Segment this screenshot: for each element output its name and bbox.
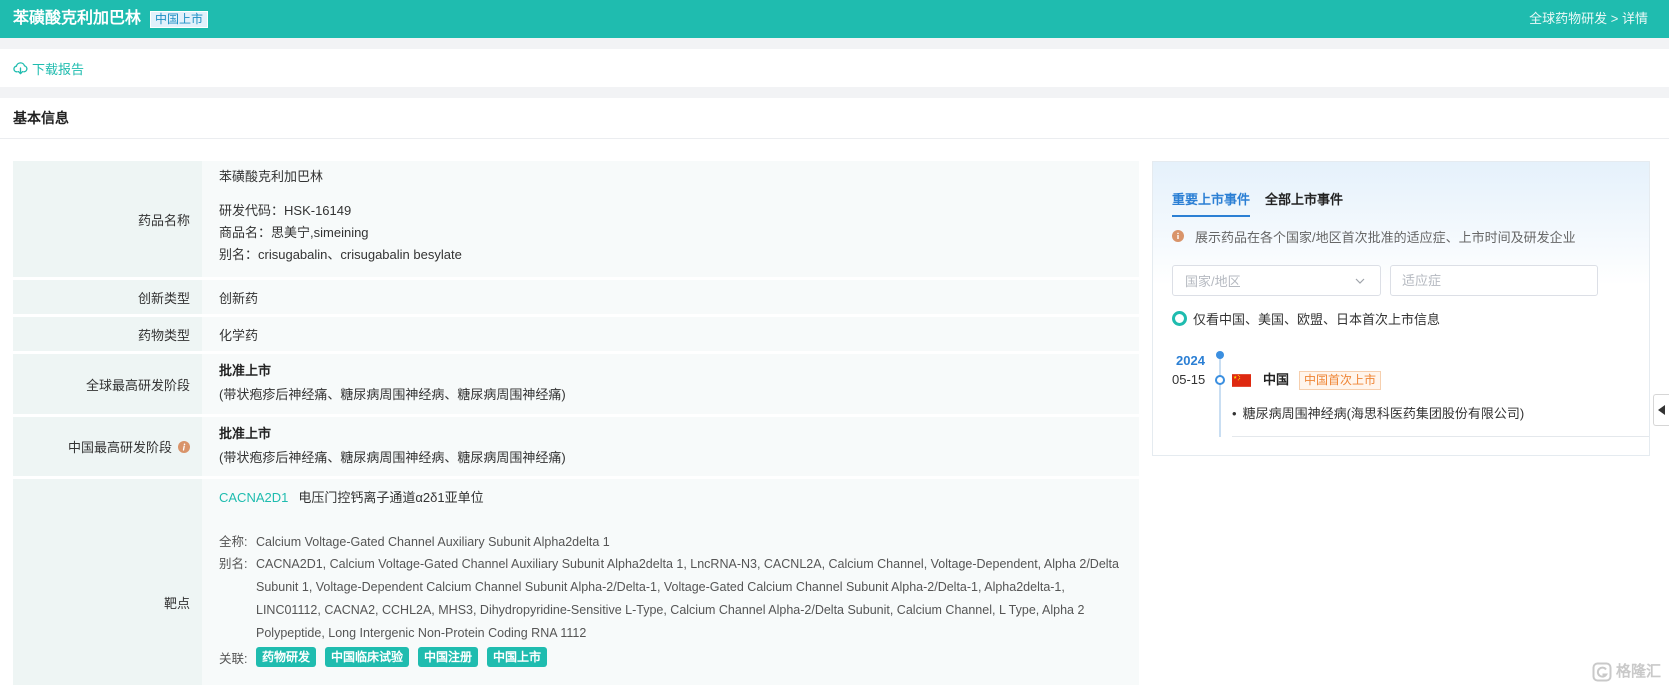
caret-left-icon [1657, 405, 1665, 415]
target-alias: CACNA2D1, Calcium Voltage-Gated Channel … [256, 557, 1119, 640]
rd-code-value: HSK-16149 [284, 203, 352, 218]
drug-alias-line: 别名：crisugabalin、crisugabalin besylate [219, 244, 1139, 266]
major-markets-filter[interactable]: 仅看中国、美国、欧盟、日本首次上市信息 [1172, 309, 1440, 327]
timeline-year: 2024 [1176, 353, 1205, 368]
global-stage-label: 全球最高研发阶段 [13, 354, 202, 414]
global-stage-indications: (带状疱疹后神经痛、糖尿病周围神经病、糖尿病周围神经痛) [219, 387, 566, 402]
top-bar: 苯磺酸克利加巴林 中国上市 全球药物研发 > 详情 [0, 0, 1669, 38]
innovation-type-label: 创新类型 [13, 280, 202, 314]
target-symbol-link[interactable]: CACNA2D1 [219, 490, 288, 505]
drug-alias-label: 别名： [219, 247, 259, 262]
download-report-button[interactable]: 下载报告 [13, 49, 84, 87]
basic-info-panel: 基本信息 药品名称 苯磺酸克利加巴林 研发代码：HSK-16149 商品名：思美… [0, 98, 1669, 689]
drug-type-label: 药物类型 [13, 317, 202, 351]
timeline-line [1219, 355, 1221, 437]
major-markets-filter-label: 仅看中国、美国、欧盟、日本首次上市信息 [1193, 311, 1441, 327]
events-info-text: 展示药品在各个国家/地区首次批准的适应症、上市时间及研发企业 [1195, 229, 1576, 245]
global-stage-status: 批准上市 [219, 363, 272, 378]
country-select-placeholder: 国家/地区 [1185, 274, 1241, 289]
target-related-label: 关联: [219, 651, 248, 666]
timeline-country: 中国 [1263, 372, 1290, 387]
first-launch-badge: 中国首次上市 [1299, 371, 1382, 390]
tab-major-launch-events[interactable]: 重要上市事件 [1172, 190, 1251, 217]
country-select[interactable]: 国家/地区 [1172, 265, 1381, 296]
related-tag-drug-rd[interactable]: 药物研发 [256, 647, 317, 667]
china-stage-value: 批准上市 (带状疱疹后神经痛、糖尿病周围神经病、糖尿病周围神经痛) [202, 417, 1139, 476]
innovation-type-value: 创新药 [202, 280, 1139, 314]
timeline-divider [1232, 436, 1649, 437]
trade-name-label: 商品名： [219, 225, 272, 240]
market-events-panel: 重要上市事件 全部上市事件 展示药品在各个国家/地区首次批准的适应症、上市时间及… [1152, 161, 1650, 456]
events-info-row: 展示药品在各个国家/地区首次批准的适应症、上市时间及研发企业 [1172, 227, 1576, 245]
related-tags: 药物研发 中国临床试验 中国注册 中国上市 [256, 647, 556, 667]
cloud-download-icon [13, 61, 28, 76]
drug-alias-value: crisugabalin、crisugabalin besylate [258, 247, 462, 262]
watermark: 格隆汇 [1592, 662, 1661, 682]
timeline-indication-item: 糖尿病周围神经病(海思科医药集团股份有限公司) [1232, 405, 1525, 423]
timeline-year-dot [1216, 351, 1224, 359]
info-icon [1172, 230, 1184, 242]
indication-input[interactable] [1390, 265, 1598, 296]
timeline-event-dot [1215, 375, 1225, 385]
watermark-logo-icon [1592, 662, 1612, 682]
target-label: 靶点 [13, 479, 202, 685]
toolbar: 下载报告 [0, 49, 1669, 87]
drug-name-label: 药品名称 [13, 161, 202, 277]
related-tag-china-trials[interactable]: 中国临床试验 [325, 647, 410, 667]
tab-all-launch-events[interactable]: 全部上市事件 [1265, 190, 1343, 210]
breadcrumb[interactable]: 全球药物研发 > 详情 [1529, 0, 1648, 38]
target-full-name-label: 全称: [219, 535, 248, 549]
timeline-date: 05-15 [1172, 372, 1206, 387]
rd-code-label: 研发代码： [219, 203, 285, 218]
side-panel-toggle[interactable] [1653, 394, 1669, 426]
major-markets-radio[interactable] [1172, 310, 1187, 326]
china-stage-indications: (带状疱疹后神经痛、糖尿病周围神经病、糖尿病周围神经痛) [219, 450, 566, 465]
watermark-text: 格隆汇 [1616, 663, 1662, 680]
trade-name-value: 思美宁,simeining [271, 225, 369, 240]
section-title: 基本信息 [0, 98, 1669, 139]
target-related-row: 关联: 药物研发 中国临床试验 中国注册 中国上市 [219, 645, 1119, 669]
download-report-label: 下载报告 [32, 61, 85, 77]
basic-info-table: 药品名称 苯磺酸克利加巴林 研发代码：HSK-16149 商品名：思美宁,sim… [13, 161, 1139, 685]
target-full-name: Calcium Voltage-Gated Channel Auxiliary … [256, 535, 610, 549]
drug-type-value: 化学药 [202, 317, 1139, 351]
page: 苯磺酸克利加巴林 中国上市 全球药物研发 > 详情 下载报告 基本信息 药品名称… [0, 0, 1669, 689]
related-tag-china-registration[interactable]: 中国注册 [418, 647, 479, 667]
title-group: 苯磺酸克利加巴林 中国上市 [13, 0, 209, 38]
target-full-name-row: 全称: Calcium Voltage-Gated Channel Auxili… [219, 531, 1119, 553]
drug-name-value: 苯磺酸克利加巴林 研发代码：HSK-16149 商品名：思美宁,simeinin… [202, 161, 1139, 277]
rd-code-line: 研发代码：HSK-16149 [219, 200, 1139, 222]
info-icon[interactable] [178, 440, 190, 453]
trade-name-line: 商品名：思美宁,simeining [219, 222, 1139, 244]
global-stage-value: 批准上市 (带状疱疹后神经痛、糖尿病周围神经病、糖尿病周围神经痛) [202, 354, 1139, 414]
related-tag-china-launch[interactable]: 中国上市 [487, 647, 548, 667]
china-stage-label-text: 中国最高研发阶段 [67, 440, 172, 455]
drug-name-text: 苯磺酸克利加巴林 [219, 169, 324, 184]
chevron-down-icon [1354, 275, 1366, 287]
target-alias-row: 别名: CACNA2D1, Calcium Voltage-Gated Chan… [219, 553, 1119, 645]
page-title: 苯磺酸克利加巴林 [13, 10, 142, 27]
china-stage-label: 中国最高研发阶段 [13, 417, 202, 476]
target-alias-label: 别名: [219, 557, 248, 571]
china-flag-icon [1232, 374, 1251, 387]
status-badge: 中国上市 [150, 10, 209, 28]
target-header: CACNA2D1 电压门控钙离子通道α2δ1亚单位 [219, 487, 1119, 509]
china-stage-status: 批准上市 [219, 426, 272, 441]
target-value: CACNA2D1 电压门控钙离子通道α2δ1亚单位 全称: Calcium Vol… [202, 479, 1139, 685]
target-description: 电压门控钙离子通道α2δ1亚单位 [298, 490, 484, 505]
